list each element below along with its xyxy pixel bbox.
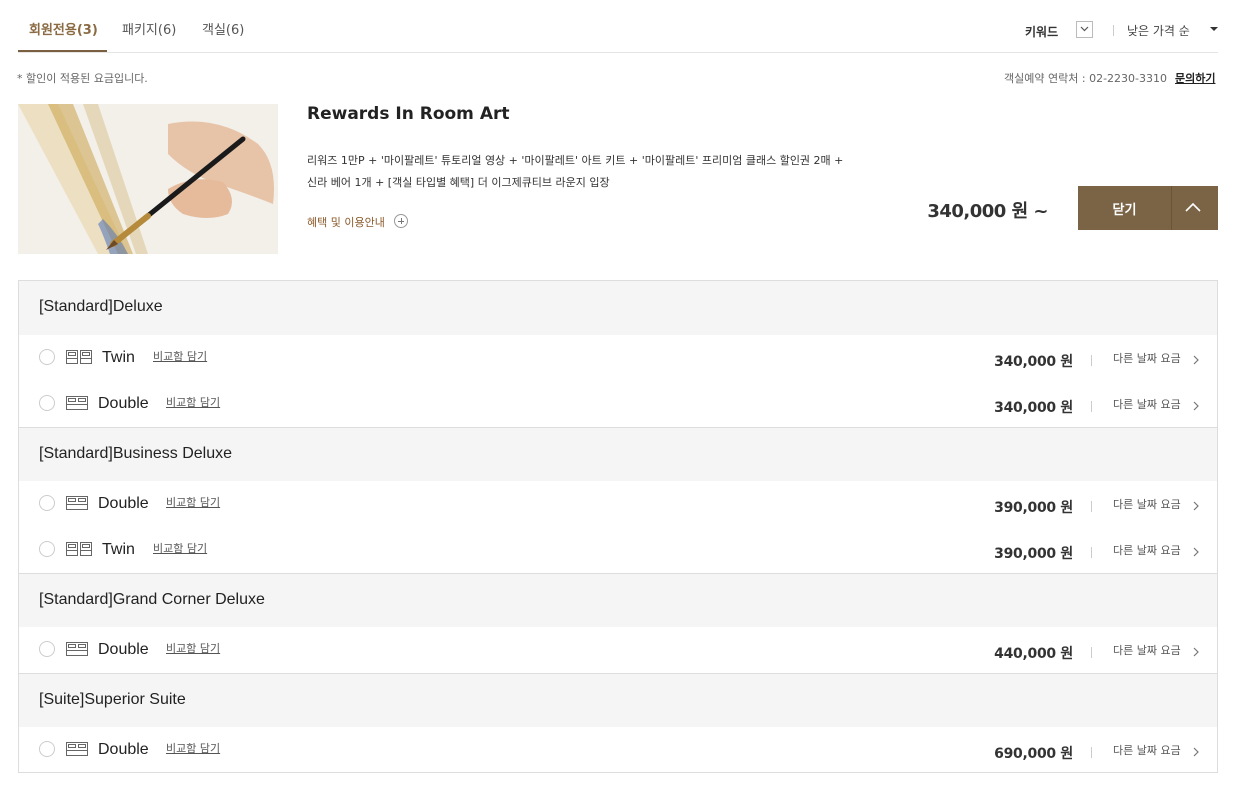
add-to-compare-link[interactable]: 비교함 담기 [166,394,220,410]
reservation-contact: 객실예약 연락처 : 02-2230-3310 [1004,72,1167,85]
room-select-radio[interactable] [39,495,55,511]
room-price: 690,000 원 [994,746,1073,762]
keyword-dropdown-button[interactable] [1076,21,1093,38]
filter-divider [1113,25,1114,36]
chevron-down-icon [1080,26,1089,32]
chevron-right-icon[interactable] [1193,747,1199,757]
keyword-label: 키워드 [1025,25,1059,39]
tab-room[interactable]: 객실(6) [202,19,244,38]
add-to-compare-link[interactable]: 비교함 담기 [166,640,220,656]
room-select-radio[interactable] [39,541,55,557]
close-button[interactable]: 닫기 [1078,186,1218,230]
package-image [18,104,278,254]
caret-down-icon[interactable] [1210,27,1218,31]
room-row: Twin 비교함 담기 340,000 원 다른 날짜 요금 [19,335,1217,381]
sort-select[interactable]: 낮은 가격 순 [1127,22,1190,39]
room-select-radio[interactable] [39,349,55,365]
add-to-compare-link[interactable]: 비교함 담기 [166,740,220,756]
room-group-header: [Standard]Deluxe [19,281,1217,335]
close-button-label: 닫기 [1112,203,1137,218]
add-to-compare-link[interactable]: 비교함 담기 [153,540,207,556]
benefit-info-link[interactable]: 혜택 및 이용안내 [307,214,385,230]
chevron-right-icon[interactable] [1193,355,1199,365]
room-group-name: [Standard]Deluxe [39,298,163,315]
double-bed-icon [66,742,88,756]
room-price: 390,000 원 [994,500,1073,516]
room-list: [Standard]Deluxe Twin 비교함 담기 340,000 원 다… [18,280,1218,773]
room-group-name: [Standard]Grand Corner Deluxe [39,591,265,608]
twin-bed-icon [66,350,92,364]
bed-type: Twin [102,349,135,366]
price-divider [1091,401,1092,412]
room-row: Double 비교함 담기 390,000 원 다른 날짜 요금 [19,481,1217,527]
room-price: 340,000 원 [994,354,1073,370]
price-divider [1091,501,1092,512]
bed-type: Double [98,495,149,512]
other-date-rates-link[interactable]: 다른 날짜 요금 [1113,642,1181,658]
other-date-rates-link[interactable]: 다른 날짜 요금 [1113,396,1181,412]
other-date-rates-link[interactable]: 다른 날짜 요금 [1113,350,1181,366]
chevron-right-icon[interactable] [1193,501,1199,511]
other-date-rates-link[interactable]: 다른 날짜 요금 [1113,542,1181,558]
room-group-header: [Standard]Business Deluxe [19,427,1217,481]
room-select-radio[interactable] [39,641,55,657]
room-price: 340,000 원 [994,400,1073,416]
price-divider [1091,547,1092,558]
twin-bed-icon [66,542,92,556]
room-group-name: [Suite]Superior Suite [39,691,186,708]
room-select-radio[interactable] [39,395,55,411]
room-group-name: [Standard]Business Deluxe [39,445,232,462]
add-to-compare-link[interactable]: 비교함 담기 [166,494,220,510]
active-tab-underline [18,50,107,52]
chevron-right-icon[interactable] [1193,647,1199,657]
room-group-header: [Standard]Grand Corner Deluxe [19,573,1217,627]
room-price: 390,000 원 [994,546,1073,562]
other-date-rates-link[interactable]: 다른 날짜 요금 [1113,742,1181,758]
double-bed-icon [66,642,88,656]
package-description: 리워즈 1만P + '마이팔레트' 튜토리얼 영상 + '마이팔레트' 아트 키… [307,154,844,189]
other-date-rates-link[interactable]: 다른 날짜 요금 [1113,496,1181,512]
package-price: 340,000 원 ~ [927,201,1048,222]
room-row: Double 비교함 담기 340,000 원 다른 날짜 요금 [19,381,1217,427]
price-divider [1091,355,1092,366]
tab-members-only[interactable]: 회원전용(3) [29,19,98,38]
chevron-right-icon[interactable] [1193,547,1199,557]
chevron-right-icon[interactable] [1193,401,1199,411]
room-row: Double 비교함 담기 440,000 원 다른 날짜 요금 [19,627,1217,673]
double-bed-icon [66,396,88,410]
add-to-compare-link[interactable]: 비교함 담기 [153,348,207,364]
chevron-up-icon [1185,202,1201,212]
bed-type: Twin [102,541,135,558]
room-group-header: [Suite]Superior Suite [19,673,1217,727]
close-button-divider [1171,186,1172,230]
inquiry-link[interactable]: 문의하기 [1175,70,1215,86]
bed-type: Double [98,741,149,758]
room-select-radio[interactable] [39,741,55,757]
room-row: Double 비교함 담기 690,000 원 다른 날짜 요금 [19,727,1217,773]
discount-notice: * 할인이 적용된 요금입니다. [17,72,148,85]
room-price: 440,000 원 [994,646,1073,662]
bed-type: Double [98,641,149,658]
double-bed-icon [66,496,88,510]
price-divider [1091,747,1092,758]
package-title: Rewards In Room Art [307,104,510,124]
tab-package[interactable]: 패키지(6) [122,19,176,38]
room-row: Twin 비교함 담기 390,000 원 다른 날짜 요금 [19,527,1217,573]
plus-circle-icon[interactable] [394,214,408,228]
price-divider [1091,647,1092,658]
bed-type: Double [98,395,149,412]
